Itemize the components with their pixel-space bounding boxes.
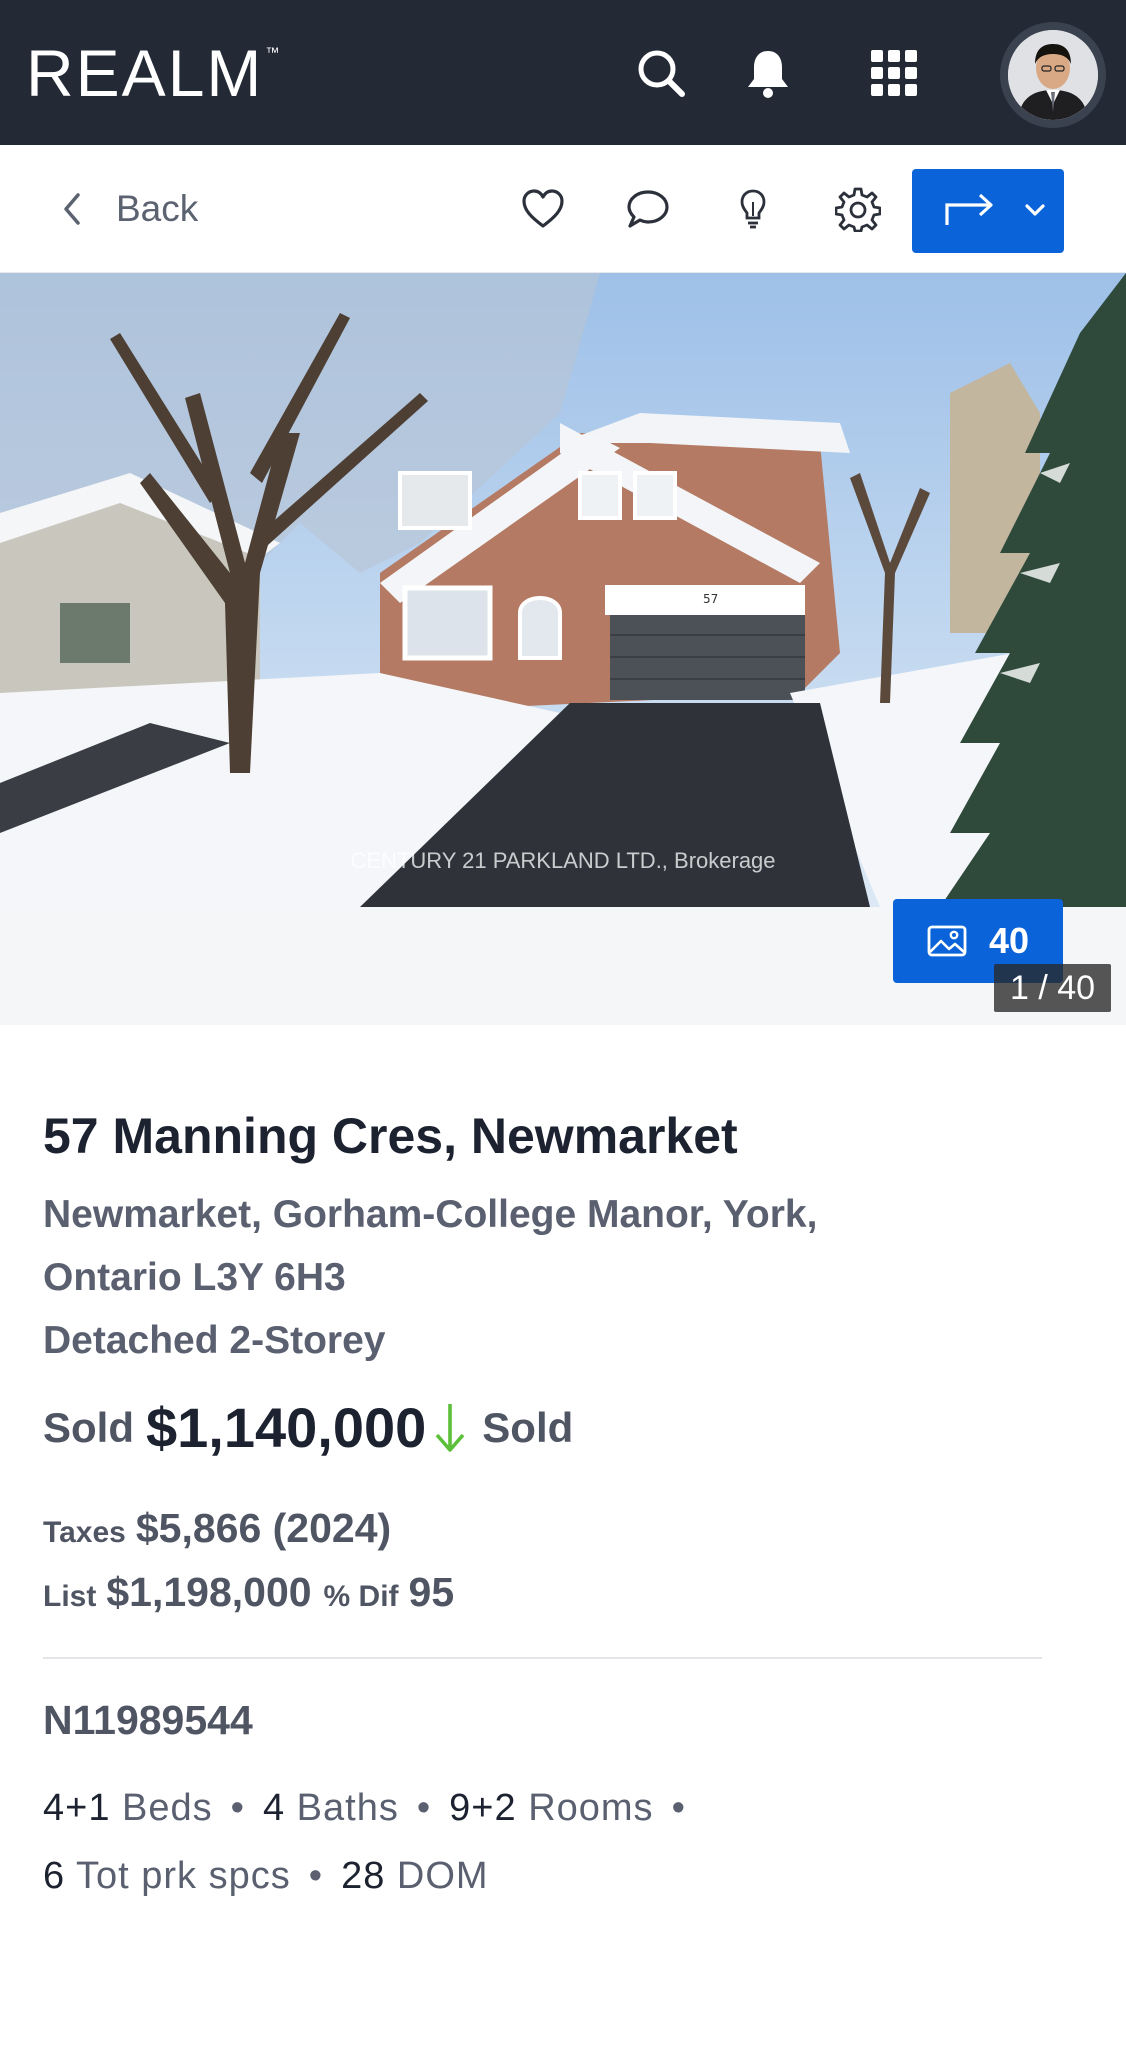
mls-number: N11989544 xyxy=(43,1697,253,1743)
user-avatar[interactable] xyxy=(1000,22,1106,128)
share-button[interactable] xyxy=(912,169,1064,253)
property-type: Detached 2-Storey xyxy=(43,1319,386,1362)
divider xyxy=(43,1657,1042,1659)
avatar-photo xyxy=(1008,30,1098,120)
lightbulb-icon[interactable] xyxy=(723,179,783,239)
status-prefix: Sold xyxy=(43,1403,134,1451)
listing-address: 57 Manning Cres, Newmarket xyxy=(43,1108,738,1164)
photos-count: 40 xyxy=(988,920,1030,961)
beds-value: 4+1 xyxy=(43,1787,111,1829)
taxes-value: $5,866 (2024) xyxy=(135,1505,392,1551)
photo-pager: 1 / 40 xyxy=(994,964,1112,1012)
svg-text:57: 57 xyxy=(703,592,718,606)
apps-grid-icon[interactable] xyxy=(861,40,927,106)
dom-value: 28 xyxy=(341,1855,386,1897)
dif-label: % Dif xyxy=(323,1580,399,1613)
separator-dot: • xyxy=(671,1787,686,1829)
status-suffix: Sold xyxy=(482,1403,574,1451)
baths-label: Baths xyxy=(296,1787,399,1829)
logo-trademark: ™ xyxy=(265,44,280,60)
parking-label: Tot prk spcs xyxy=(76,1855,291,1897)
location-line-1: Newmarket, Gorham-College Manor, York, xyxy=(43,1193,818,1236)
taxes-label: Taxes xyxy=(43,1516,126,1549)
gallery-icon xyxy=(927,925,967,957)
location-line-2: Ontario L3Y 6H3 xyxy=(43,1256,346,1299)
baths-value: 4 xyxy=(262,1787,286,1829)
gear-icon[interactable] xyxy=(828,179,888,239)
listing-photo[interactable]: 57 CENTURY 21 PARKLAND LTD., Brokerage xyxy=(0,273,1126,907)
comment-icon[interactable] xyxy=(618,179,678,239)
price-row: Sold $1,140,000 Sold xyxy=(43,1395,573,1460)
parking-value: 6 xyxy=(43,1855,66,1897)
bell-icon[interactable] xyxy=(735,40,801,106)
sold-price: $1,140,000 xyxy=(146,1396,427,1459)
arrow-down-icon xyxy=(435,1403,465,1452)
dom-label: DOM xyxy=(396,1855,489,1897)
action-bar: Back xyxy=(0,145,1126,273)
list-label: List xyxy=(43,1580,97,1613)
beds-label: Beds xyxy=(122,1787,213,1829)
house-image: 57 xyxy=(0,273,1126,907)
list-value: $1,198,000 xyxy=(106,1569,312,1615)
rooms-value: 9+2 xyxy=(449,1787,517,1829)
back-button[interactable]: Back xyxy=(62,181,198,237)
taxes-row: Taxes $5,866 (2024) xyxy=(43,1505,391,1552)
list-price-row: List $1,198,000 % Dif 95 xyxy=(43,1569,454,1616)
back-label: Back xyxy=(116,188,199,229)
stats-line-2: 6 Tot prk spcs • 28 DOM xyxy=(43,1855,489,1898)
separator-dot: • xyxy=(416,1787,432,1829)
gallery-strip: 40 1 / 40 xyxy=(0,899,1126,1025)
separator-dot: • xyxy=(308,1855,324,1897)
logo-text: REALM xyxy=(26,36,264,110)
chevron-left-icon xyxy=(64,193,80,225)
chevron-down-icon xyxy=(1025,204,1045,216)
heart-icon[interactable] xyxy=(513,179,573,239)
search-icon[interactable] xyxy=(628,40,694,106)
realm-logo[interactable]: REALM ™ xyxy=(26,40,279,106)
dif-value: 95 xyxy=(408,1569,455,1615)
rooms-label: Rooms xyxy=(528,1787,654,1829)
separator-dot: • xyxy=(230,1787,245,1829)
share-arrow-icon xyxy=(945,193,993,225)
photo-credit: CENTURY 21 PARKLAND LTD., Brokerage xyxy=(350,848,776,873)
stats-line-1: 4+1 Beds • 4 Baths • 9+2 Rooms • xyxy=(43,1787,704,1830)
top-nav-bar: REALM ™ xyxy=(0,0,1126,145)
